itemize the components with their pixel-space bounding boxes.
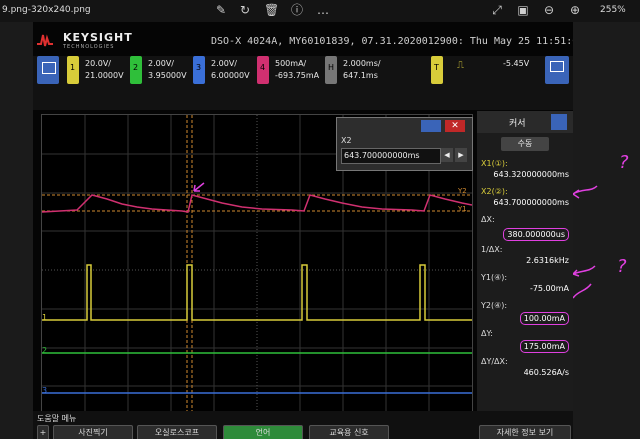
channel-3-button[interactable]: 3 (193, 56, 205, 84)
trigger-level: -5.45V (503, 59, 530, 68)
delta-y-label: ΔY: (481, 329, 493, 338)
window-toolbar: 9.png-320x240.png ✎ ↻ 🗑 ⓘ … ⤢ ▣ ⊖ ⊕ 255% (0, 0, 640, 22)
horizontal-button[interactable]: H (325, 56, 337, 84)
y2-label: Y2(④): (481, 301, 508, 310)
ground-marker-2: 2 (42, 346, 48, 355)
trigger-button[interactable]: T (431, 56, 443, 84)
brand-name: KEYSIGHT (63, 31, 133, 44)
horizontal-values: 2.000ms/647.1ms (343, 59, 381, 80)
delta-x-value: 380.000000us (503, 228, 569, 241)
x1-label: X1(①): (481, 159, 508, 168)
softkey-1[interactable]: 사진찍기 (53, 425, 133, 439)
display-icon (42, 62, 56, 74)
y1-value: -75.00mA (529, 284, 569, 293)
close-icon[interactable]: ✕ (445, 120, 465, 132)
info-icon[interactable]: ⓘ (290, 3, 304, 17)
channel-3-values: 2.00V/6.00000V (211, 59, 250, 80)
annotation-strokes (573, 185, 598, 299)
channel-4-button[interactable]: 4 (257, 56, 269, 84)
ground-marker-3: 3 (42, 386, 48, 395)
softkey-4[interactable]: 교육용 신호 (309, 425, 389, 439)
cursor-mode-button[interactable]: 수동 (501, 137, 549, 151)
oscilloscope-screen: KEYSIGHT TECHNOLOGIES DSO-X 4024A, MY601… (33, 22, 573, 439)
keysight-wave-icon (37, 34, 53, 47)
more-icon[interactable]: … (316, 3, 330, 17)
channel-4-values: 500mA/-693.75mA (275, 59, 320, 80)
channel-2-button[interactable]: 2 (130, 56, 142, 84)
screen-capture-button[interactable] (545, 56, 569, 84)
ground-marker-1: 1 (42, 313, 48, 322)
cursor-tag-y2: Y2 (458, 187, 467, 195)
monitor-icon (550, 61, 564, 72)
cursor-value-field[interactable]: 643.700000000ms (341, 148, 441, 164)
trigger-edge-icon: ⎍ (457, 60, 464, 71)
channel-4-trace (41, 194, 473, 213)
cursor-tag-y1: Y1 (458, 205, 467, 213)
cursor-panel-title: 커서 (509, 119, 526, 129)
softkey-bar: 도움말 메뉴 + 사진찍기 오실로스코프 언어 교육용 신호 자세한 정보 보기 (33, 411, 573, 439)
back-icon[interactable]: + (37, 425, 49, 439)
acquire-button[interactable] (37, 56, 59, 84)
cursor-value-dialog[interactable]: ✕ X2 643.700000000ms ◀ ▶ (336, 117, 473, 171)
rotate-icon[interactable]: ↻ (238, 3, 252, 17)
delta-y-over-x-value: 460.526A/s (523, 368, 569, 377)
delta-y-over-x-label: ΔY/ΔX: (481, 357, 508, 366)
cursor-panel-header: 커서 (477, 111, 573, 133)
x2-label: X2(②): (481, 187, 508, 196)
annotation-arrow (193, 182, 205, 192)
dialog-keypad-button[interactable] (421, 120, 441, 132)
inverse-delta-x-value: 2.6316kHz (526, 256, 569, 265)
x1-value: 643.320000000ms (493, 170, 569, 179)
panel-menu-icon[interactable] (551, 114, 567, 130)
viewer-margin-left (0, 22, 33, 439)
x2-value: 643.700000000ms (493, 198, 569, 207)
brand-sub: TECHNOLOGIES (63, 44, 115, 50)
handwritten-annotations: ? ? (573, 150, 640, 350)
decrement-icon[interactable]: ◀ (441, 148, 453, 162)
softkey-5[interactable]: 자세한 정보 보기 (479, 425, 571, 439)
increment-icon[interactable]: ▶ (455, 148, 467, 162)
expand-icon[interactable]: ⤢ (490, 3, 504, 17)
instrument-header: DSO-X 4024A, MY60101839, 07.31.202001290… (211, 36, 573, 47)
channel-2-values: 2.00V/3.95000V (148, 59, 187, 80)
cursor-panel: 커서 수동 X1(①): 643.320000000ms X2(②): 643.… (477, 111, 573, 439)
y2-value: 100.00mA (519, 312, 569, 325)
softkey-3[interactable]: 언어 (223, 425, 303, 439)
delete-icon[interactable]: 🗑 (264, 3, 279, 17)
channel-1-button[interactable]: 1 (67, 56, 79, 84)
fit-icon[interactable]: ▣ (516, 3, 530, 17)
softkey-menu-title: 도움말 메뉴 (37, 414, 77, 423)
question-mark-2: ? (617, 256, 627, 277)
file-name: 9.png-320x240.png (2, 5, 91, 15)
dialog-label: X2 (341, 136, 352, 145)
zoom-out-icon[interactable]: ⊖ (542, 3, 556, 17)
softkey-2[interactable]: 오실로스코프 (137, 425, 217, 439)
edit-icon[interactable]: ✎ (214, 3, 228, 17)
delta-x-label: ΔX: (481, 215, 495, 224)
zoom-level: 255% (600, 5, 626, 15)
delta-y-value: 175.00mA (519, 340, 569, 353)
inverse-delta-x-label: 1/ΔX: (481, 245, 503, 254)
channel-1-values: 20.0V/21.0000V (85, 59, 124, 80)
channel-bar: 1 20.0V/21.0000V 2 2.00V/3.95000V 3 2.00… (33, 56, 573, 110)
brand-logo: KEYSIGHT TECHNOLOGIES (35, 28, 155, 58)
y1-label: Y1(④): (481, 273, 508, 282)
zoom-in-icon[interactable]: ⊕ (568, 3, 582, 17)
